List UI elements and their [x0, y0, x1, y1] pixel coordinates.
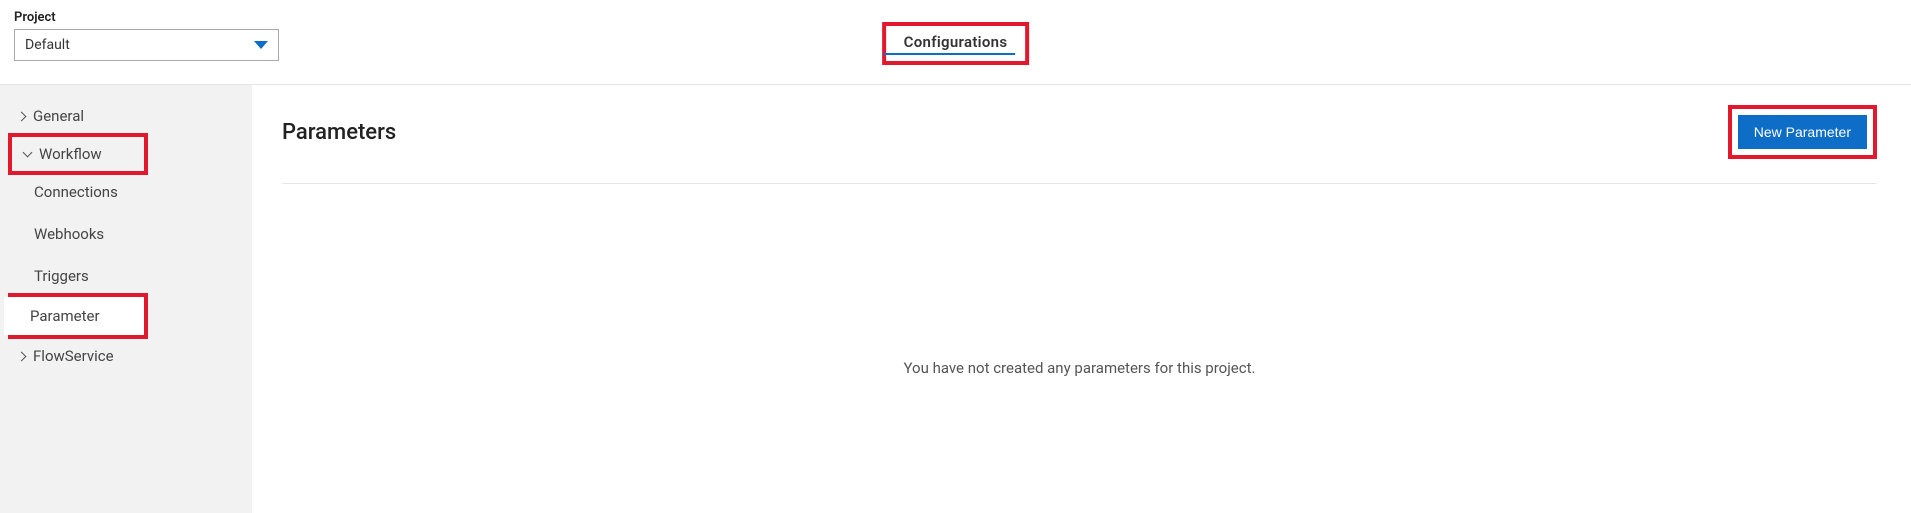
sidebar-label-flowservice: FlowService: [33, 347, 114, 365]
sidebar-item-triggers[interactable]: Triggers: [0, 255, 252, 297]
tab-configurations[interactable]: Configurations: [904, 33, 1008, 51]
workflow-highlight: Workflow: [8, 133, 148, 175]
project-label: Project: [14, 10, 279, 25]
sidebar-label-connections: Connections: [34, 183, 118, 201]
sidebar-item-parameter[interactable]: Parameter: [4, 297, 144, 335]
chevron-down-icon: [23, 148, 33, 158]
project-select-value: Default: [25, 37, 70, 53]
sidebar-label-webhooks: Webhooks: [34, 225, 104, 243]
caret-down-icon: [254, 41, 268, 49]
sidebar-label-parameter: Parameter: [30, 307, 100, 325]
tab-underline: [883, 53, 1016, 55]
tab-wrap: Configurations: [882, 22, 1030, 65]
project-block: Project Default: [14, 10, 279, 61]
main: Parameters New Parameter You have not cr…: [252, 85, 1911, 513]
page-header: Parameters New Parameter: [282, 105, 1877, 184]
sidebar-label-workflow: Workflow: [39, 145, 102, 163]
sidebar-item-flowservice[interactable]: FlowService: [0, 335, 252, 377]
chevron-right-icon: [17, 351, 27, 361]
sidebar-label-triggers: Triggers: [34, 267, 89, 285]
parameter-highlight: Parameter: [8, 293, 148, 339]
sidebar-item-workflow[interactable]: Workflow: [12, 137, 144, 171]
body: General Workflow Connections Webhooks Tr…: [0, 85, 1911, 513]
new-parameter-highlight: New Parameter: [1728, 105, 1877, 159]
page-title: Parameters: [282, 120, 396, 145]
configurations-tab-highlight: Configurations: [882, 22, 1030, 65]
top-bar: Project Default Configurations: [0, 0, 1911, 85]
chevron-right-icon: [17, 111, 27, 121]
new-parameter-button[interactable]: New Parameter: [1738, 115, 1867, 149]
sidebar: General Workflow Connections Webhooks Tr…: [0, 85, 252, 513]
empty-state-message: You have not created any parameters for …: [282, 359, 1877, 377]
sidebar-label-general: General: [33, 107, 84, 125]
sidebar-item-general[interactable]: General: [0, 95, 252, 137]
project-select[interactable]: Default: [14, 29, 279, 61]
sidebar-item-webhooks[interactable]: Webhooks: [0, 213, 252, 255]
sidebar-item-connections[interactable]: Connections: [0, 171, 252, 213]
